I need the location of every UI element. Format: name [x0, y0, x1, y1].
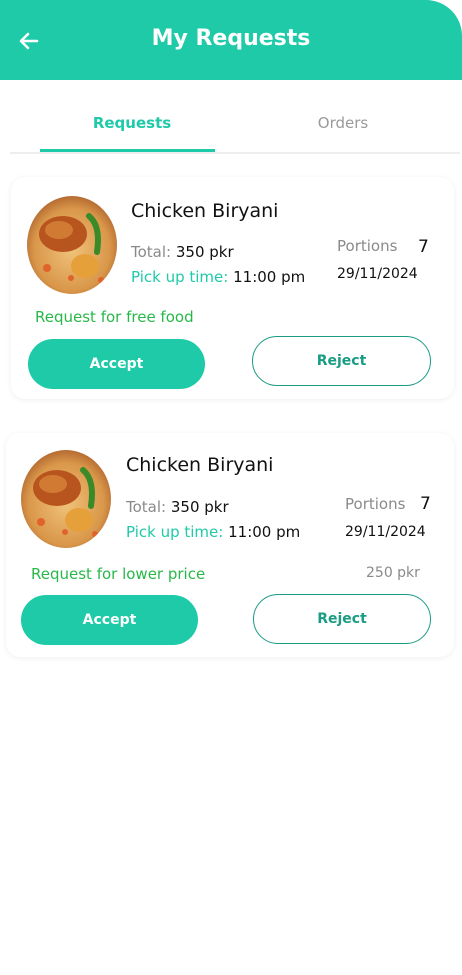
tab-bar: Requests Orders: [10, 96, 460, 154]
pickup-value: 11:00 pm: [228, 523, 301, 541]
portions-value: 7: [420, 494, 431, 514]
request-date: 29/11/2024: [345, 524, 426, 540]
food-name: Chicken Biryani: [126, 454, 274, 476]
request-date: 29/11/2024: [337, 266, 418, 282]
portions-label: Portions: [337, 237, 398, 255]
total-row: Total: 350 pkr: [131, 243, 234, 261]
pickup-value: 11:00 pm: [233, 268, 306, 286]
request-card: Chicken Biryani Total: 350 pkr Pick up t…: [11, 177, 454, 399]
request-note: Request for lower price: [31, 565, 206, 583]
offer-price: 250 pkr: [366, 565, 420, 581]
pickup-label: Pick up time:: [126, 523, 224, 541]
total-row: Total: 350 pkr: [126, 498, 229, 516]
food-image: [27, 196, 117, 294]
reject-button[interactable]: Reject: [253, 594, 431, 644]
pickup-row: Pick up time: 11:00 pm: [131, 268, 305, 286]
pickup-label: Pick up time:: [131, 268, 229, 286]
tab-requests[interactable]: Requests: [44, 114, 220, 132]
food-image: [21, 450, 111, 548]
reject-button[interactable]: Reject: [252, 336, 431, 386]
total-label: Total:: [131, 243, 172, 261]
page-title: My Requests: [151, 26, 311, 51]
active-tab-indicator: [40, 149, 215, 152]
total-value: 350 pkr: [175, 243, 234, 261]
accept-button[interactable]: Accept: [28, 339, 205, 389]
food-name: Chicken Biryani: [131, 200, 279, 222]
app-header: My Requests: [0, 0, 462, 80]
portions-value: 7: [418, 237, 429, 257]
total-value: 350 pkr: [170, 498, 229, 516]
pickup-row: Pick up time: 11:00 pm: [126, 523, 300, 541]
accept-button[interactable]: Accept: [21, 595, 198, 645]
portions-label: Portions: [345, 495, 406, 513]
request-note: Request for free food: [35, 308, 194, 326]
total-label: Total:: [126, 498, 167, 516]
tab-orders[interactable]: Orders: [255, 114, 431, 132]
request-card: Chicken Biryani Total: 350 pkr Pick up t…: [6, 433, 454, 657]
